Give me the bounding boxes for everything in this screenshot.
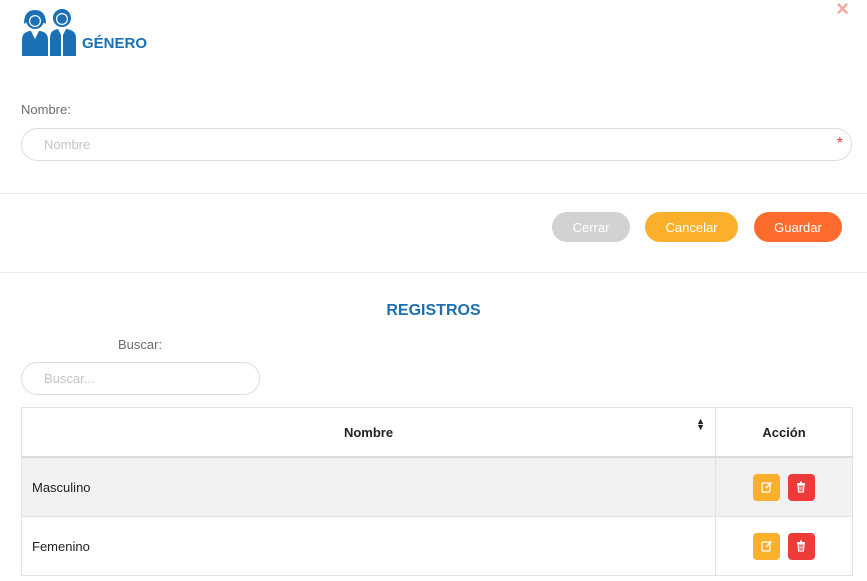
- table-row: Masculino: [21, 456, 853, 517]
- save-button[interactable]: Guardar: [754, 212, 842, 242]
- column-header-label: Nombre: [343, 424, 394, 440]
- close-button[interactable]: Cerrar: [552, 212, 630, 242]
- search-input[interactable]: [21, 362, 260, 395]
- close-x-icon[interactable]: ×: [836, 0, 849, 22]
- column-header-accion: Acción: [715, 407, 853, 458]
- two-people-icon: [22, 9, 76, 56]
- name-field-label: Nombre:: [21, 102, 71, 117]
- cell-actions: [715, 516, 853, 576]
- column-header-nombre[interactable]: Nombre ▲ ▼: [21, 407, 716, 458]
- sort-icon[interactable]: ▲ ▼: [696, 417, 705, 432]
- required-mark: *: [836, 135, 843, 152]
- cancel-button[interactable]: Cancelar: [645, 212, 738, 242]
- divider: [0, 193, 867, 194]
- name-input[interactable]: [21, 128, 852, 161]
- modal-title: GÉNERO: [82, 35, 148, 52]
- records-title: REGISTROS: [386, 302, 481, 319]
- records-table: Nombre ▲ ▼ Acción Masculino Femenino: [21, 407, 853, 576]
- trash-icon[interactable]: [787, 532, 815, 560]
- table-row: Femenino: [21, 516, 853, 576]
- cell-nombre: Femenino: [21, 516, 716, 576]
- edit-icon[interactable]: [753, 473, 781, 501]
- cell-nombre: Masculino: [21, 456, 716, 517]
- trash-icon[interactable]: [787, 473, 815, 501]
- cell-actions: [715, 456, 853, 517]
- modal-header: GÉNERO: [20, 2, 147, 58]
- divider: [0, 272, 867, 273]
- table-header-row: Nombre ▲ ▼ Acción: [21, 407, 853, 458]
- edit-icon[interactable]: [753, 532, 781, 560]
- search-label: Buscar:: [118, 337, 163, 352]
